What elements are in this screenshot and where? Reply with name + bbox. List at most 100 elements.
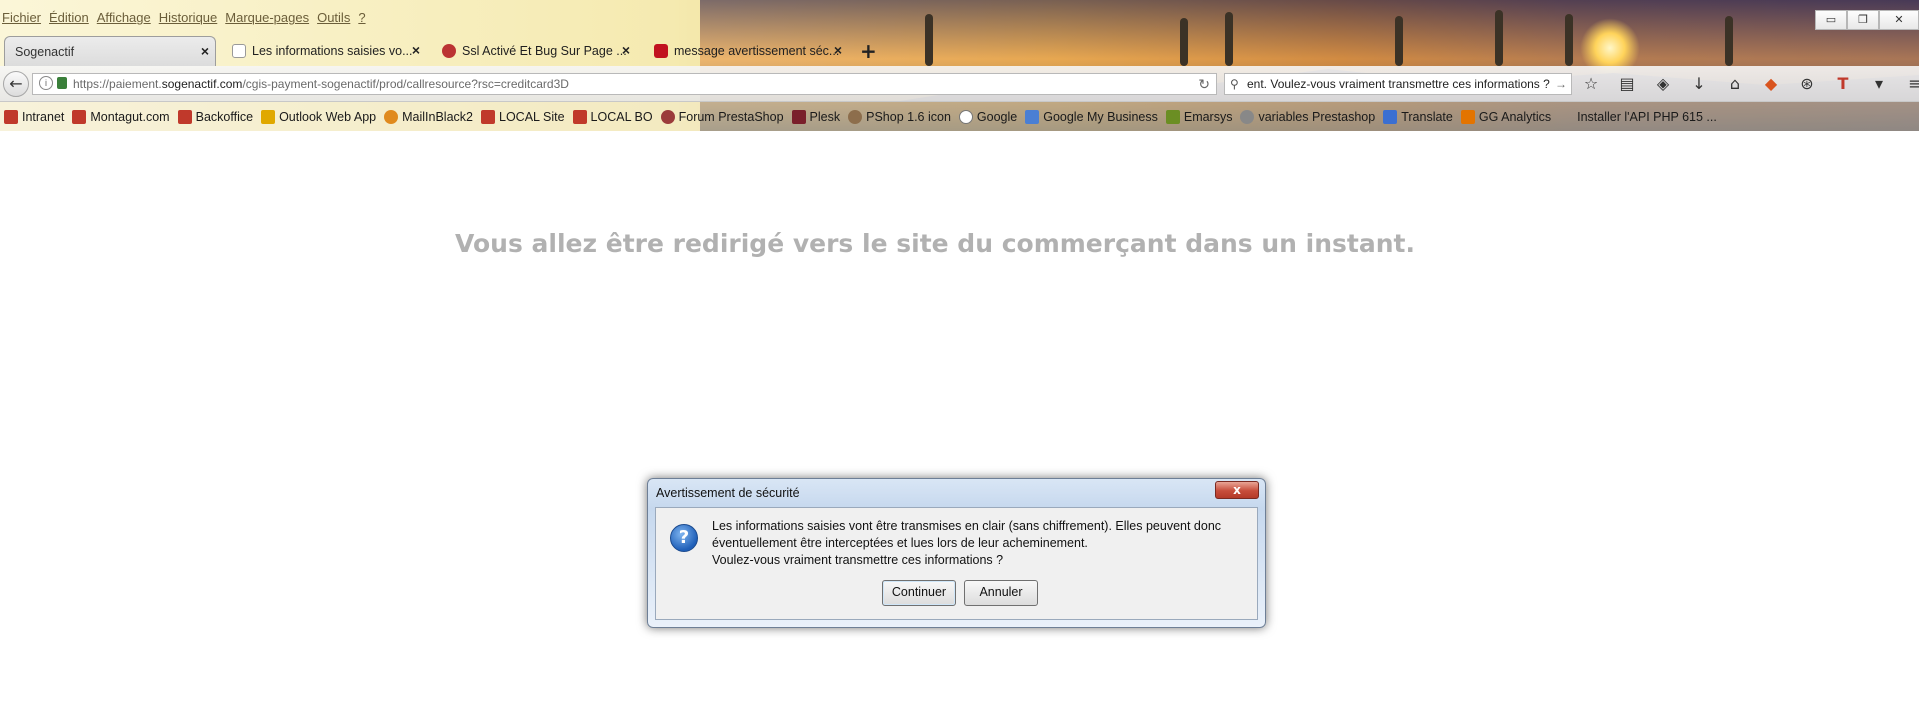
close-icon[interactable]: x xyxy=(1215,481,1259,499)
bookmark-label: Installer l'API PHP 615 ... xyxy=(1577,109,1717,124)
bookmark-forum-prestashop[interactable]: Forum PrestaShop xyxy=(659,109,790,124)
menu-aide[interactable]: ? xyxy=(356,10,371,32)
page-content: Vous allez être redirigé vers le site du… xyxy=(0,131,1919,718)
bookmark-emarsys[interactable]: Emarsys xyxy=(1164,109,1239,124)
bookmark-local-bo[interactable]: LOCAL BO xyxy=(571,109,659,124)
bookmark-label: Emarsys xyxy=(1183,109,1233,124)
info-icon[interactable]: i xyxy=(39,76,53,90)
bookmark-intranet[interactable]: Intranet xyxy=(2,109,70,124)
bookmark-label: LOCAL BO xyxy=(590,109,653,124)
bookmark-icon xyxy=(177,109,192,124)
reading-list-icon[interactable]: ▤ xyxy=(1616,73,1638,95)
close-window-button[interactable]: ✕ xyxy=(1879,10,1919,30)
bookmark-montagut[interactable]: Montagut.com xyxy=(70,109,175,124)
emarsys-icon xyxy=(1165,109,1180,124)
go-arrow-icon[interactable]: → xyxy=(1555,74,1567,94)
globe-icon xyxy=(1240,109,1255,124)
bookmark-label: Intranet xyxy=(22,109,65,124)
bookmark-google[interactable]: Google xyxy=(957,109,1023,124)
bookmark-label: MailInBlack2 xyxy=(402,109,473,124)
navigation-bar: ← i https://paiement.sogenactif.com/cgis… xyxy=(0,66,1919,102)
back-button[interactable]: ← xyxy=(3,71,29,97)
bookmark-star-icon[interactable]: ☆ xyxy=(1580,73,1602,95)
continue-button[interactable]: Continuer xyxy=(882,580,956,606)
pocket-icon[interactable]: ◈ xyxy=(1652,73,1674,95)
prestashop-icon xyxy=(660,109,675,124)
menu-historique[interactable]: Historique xyxy=(157,10,224,32)
dialog-title: Avertissement de sécurité xyxy=(656,486,800,500)
download-icon[interactable]: ↓ xyxy=(1688,73,1710,95)
hamburger-menu-icon[interactable]: ≡ xyxy=(1904,73,1919,95)
search-bar[interactable]: ⚲ ent. Voulez-vous vraiment transmettre … xyxy=(1224,73,1572,95)
bookmark-outlook[interactable]: Outlook Web App xyxy=(259,109,382,124)
bookmark-label: GG Analytics xyxy=(1478,109,1552,124)
menu-fichier[interactable]: Fichier xyxy=(0,10,47,32)
pshop-icon xyxy=(848,109,863,124)
bookmark-label: Plesk xyxy=(809,109,841,124)
bookmark-icon xyxy=(572,109,587,124)
cancel-button[interactable]: Annuler xyxy=(964,580,1038,606)
bookmark-plesk[interactable]: Plesk xyxy=(790,109,847,124)
tab-strip: Sogenactif × Les informations saisies vo… xyxy=(0,36,1919,66)
menu-affichage[interactable]: Affichage xyxy=(95,10,157,32)
outlook-icon xyxy=(261,109,276,124)
bookmark-backoffice[interactable]: Backoffice xyxy=(176,109,259,124)
bookmark-label: Backoffice xyxy=(195,109,254,124)
dialog-message-line: Les informations saisies vont être trans… xyxy=(712,519,1222,533)
google-icon xyxy=(958,109,973,124)
dialog-message-line: éventuellement être interceptées et lues… xyxy=(712,536,1088,550)
dialog-message: Les informations saisies vont être trans… xyxy=(712,518,1252,569)
restore-button[interactable]: ❐ xyxy=(1847,10,1879,30)
addon-fox-icon[interactable]: ◆ xyxy=(1760,73,1782,95)
close-tab-icon[interactable]: × xyxy=(412,42,420,58)
menu-edition[interactable]: Édition xyxy=(47,10,95,32)
reload-icon[interactable]: ↻ xyxy=(1198,74,1210,94)
tab-informations[interactable]: Les informations saisies vo... × xyxy=(222,36,426,66)
home-icon[interactable]: ⌂ xyxy=(1724,73,1746,95)
url-bar[interactable]: i https://paiement.sogenactif.com/cgis-p… xyxy=(32,73,1217,95)
dialog-titlebar[interactable]: Avertissement de sécurité x xyxy=(648,479,1265,507)
dialog-body: ? Les informations saisies vont être tra… xyxy=(655,507,1258,620)
tab-sogenactif[interactable]: Sogenactif × xyxy=(4,36,216,66)
bookmark-label: Google My Business xyxy=(1043,109,1158,124)
toolbar-icons: ☆ ▤ ◈ ↓ ⌂ ◆ ⊛ T ▾ ≡ xyxy=(1580,73,1919,95)
tab-label: message avertissement séc... xyxy=(674,44,840,58)
question-icon: ? xyxy=(670,524,698,552)
bookmark-pshop-icon[interactable]: PShop 1.6 icon xyxy=(846,109,957,124)
close-tab-icon[interactable]: × xyxy=(201,43,209,59)
tab-label: Ssl Activé Et Bug Sur Page ... xyxy=(462,44,627,58)
site-01net-icon xyxy=(654,44,668,58)
bookmark-installer-api[interactable]: Installer l'API PHP 615 ... xyxy=(1557,110,1723,124)
bookmark-icon xyxy=(481,109,495,124)
mail-icon xyxy=(384,109,399,124)
menu-marque-pages[interactable]: Marque-pages xyxy=(223,10,315,32)
bookmark-label: variables Prestashop xyxy=(1258,109,1376,124)
window-controls: ▭ ❐ ✕ xyxy=(1815,10,1919,30)
back-arrow-icon: ← xyxy=(9,74,23,93)
bookmark-icon xyxy=(4,109,18,124)
lock-icon xyxy=(57,77,67,89)
tab-message-avertissement[interactable]: message avertissement séc... × xyxy=(644,36,848,66)
tab-ssl[interactable]: Ssl Activé Et Bug Sur Page ... × xyxy=(432,36,636,66)
bookmark-icon xyxy=(1559,110,1573,124)
addon-globe-icon[interactable]: ⊛ xyxy=(1796,73,1818,95)
bookmark-google-my-business[interactable]: Google My Business xyxy=(1023,109,1164,124)
addon-t-icon[interactable]: T xyxy=(1832,73,1854,95)
dropdown-icon[interactable]: ▾ xyxy=(1868,73,1890,95)
bookmark-mailinblack[interactable]: MailInBlack2 xyxy=(382,109,479,124)
menu-bar: Fichier Édition Affichage Historique Mar… xyxy=(0,10,372,32)
google-business-icon xyxy=(1025,109,1040,124)
bookmark-translate[interactable]: Translate xyxy=(1381,109,1459,124)
bookmark-label: Google xyxy=(976,109,1018,124)
bookmark-local-site[interactable]: LOCAL Site xyxy=(479,109,571,124)
close-tab-icon[interactable]: × xyxy=(834,42,842,58)
bookmarks-bar: Intranet Montagut.com Backoffice Outlook… xyxy=(0,102,1919,131)
new-tab-button[interactable]: + xyxy=(860,39,877,63)
bookmark-label: Translate xyxy=(1401,109,1453,124)
menu-outils[interactable]: Outils xyxy=(315,10,356,32)
bookmark-gg-analytics[interactable]: GG Analytics xyxy=(1459,109,1557,124)
google-icon xyxy=(232,44,246,58)
bookmark-variables-prestashop[interactable]: variables Prestashop xyxy=(1238,109,1381,124)
close-tab-icon[interactable]: × xyxy=(622,42,630,58)
minimize-button[interactable]: ▭ xyxy=(1815,10,1847,30)
